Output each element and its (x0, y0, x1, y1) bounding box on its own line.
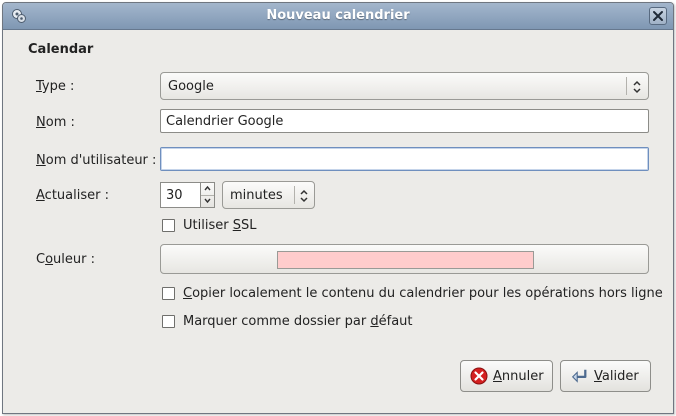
title-bar[interactable]: Nouveau calendrier (3, 3, 673, 30)
ssl-checkbox-box[interactable] (162, 219, 175, 232)
ssl-checkbox-label: Utiliser SSL (183, 218, 257, 233)
refresh-stepper[interactable] (200, 182, 215, 208)
color-picker-button[interactable] (160, 244, 649, 274)
enter-arrow-icon (571, 369, 587, 383)
offline-copy-checkbox-label: Copier localement le contenu du calendri… (183, 286, 663, 301)
color-label: Couleur : (36, 252, 95, 267)
default-folder-checkbox-label: Marquer comme dossier par défaut (183, 314, 413, 329)
cancel-icon (470, 367, 488, 385)
refresh-interval-value: 30 (166, 188, 183, 203)
refresh-unit-select[interactable]: minutes (222, 181, 315, 209)
window-title: Nouveau calendrier (266, 8, 410, 23)
username-input[interactable] (160, 147, 649, 171)
type-select-value: Google (168, 79, 214, 94)
ok-button[interactable]: Valider (560, 360, 651, 392)
close-icon (653, 11, 663, 21)
nom-label: Nom : (36, 115, 75, 130)
nom-input[interactable]: Calendrier Google (160, 109, 649, 133)
offline-copy-checkbox-box[interactable] (162, 287, 175, 300)
close-button[interactable] (649, 7, 667, 25)
type-select[interactable]: Google (160, 72, 649, 100)
default-folder-checkbox[interactable]: Marquer comme dossier par défaut (162, 314, 413, 329)
color-swatch (277, 251, 534, 269)
stepper-down-button[interactable] (201, 195, 214, 207)
chevron-up-icon (204, 185, 211, 191)
chevron-down-icon (204, 198, 211, 204)
ssl-checkbox[interactable]: Utiliser SSL (162, 218, 256, 233)
refresh-unit-value: minutes (230, 188, 283, 203)
username-label: Nom d'utilisateur : (36, 153, 157, 168)
type-label: Type : (36, 79, 75, 94)
nom-input-value: Calendrier Google (166, 114, 284, 129)
refresh-label: Actualiser : (36, 188, 109, 203)
combo-arrows-icon (633, 80, 641, 94)
refresh-interval-input[interactable]: 30 (160, 182, 200, 208)
offline-copy-checkbox[interactable]: Copier localement le contenu du calendri… (162, 286, 663, 301)
cancel-button-label: Annuler (493, 369, 544, 384)
dialog-window: Nouveau calendrier Calendar Type : Googl… (2, 2, 674, 414)
combo-arrows-icon (300, 189, 308, 203)
default-folder-checkbox-box[interactable] (162, 315, 175, 328)
section-title: Calendar (28, 42, 94, 57)
ok-button-label: Valider (594, 369, 639, 384)
cancel-button[interactable]: Annuler (460, 360, 553, 392)
